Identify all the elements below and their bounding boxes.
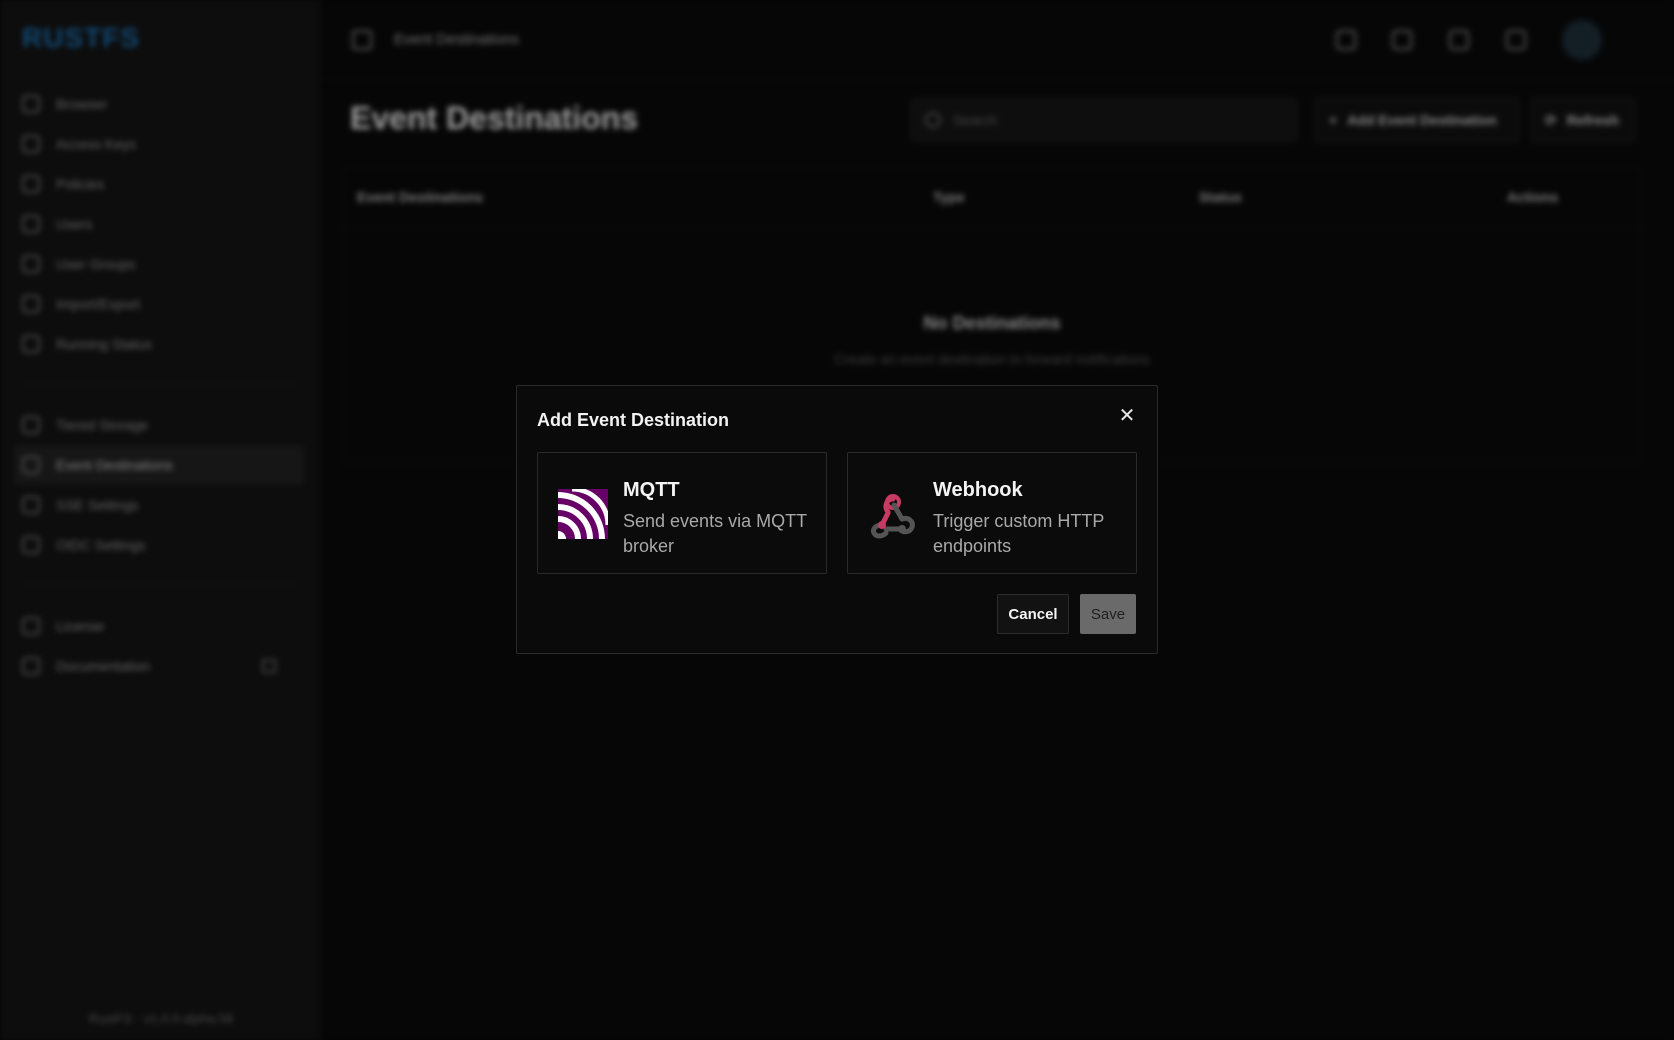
mqtt-icon bbox=[558, 489, 608, 539]
option-description: Send events via MQTT broker bbox=[623, 511, 807, 556]
dialog-title: Add Event Destination bbox=[537, 410, 730, 430]
close-icon[interactable]: ✕ bbox=[1115, 404, 1139, 428]
app: RUSTFS Browser Access Keys Policies User… bbox=[0, 0, 1674, 1040]
webhook-icon bbox=[871, 494, 915, 539]
cancel-button[interactable]: Cancel bbox=[997, 594, 1069, 634]
option-name: Webhook bbox=[933, 479, 1023, 501]
add-event-destination-dialog: Add Event Destination ✕ MQTT Send events… bbox=[516, 385, 1158, 654]
option-name: MQTT bbox=[623, 479, 680, 501]
mqtt-option[interactable]: MQTT Send events via MQTT broker bbox=[537, 452, 827, 574]
option-description: Trigger custom HTTP endpoints bbox=[933, 511, 1105, 556]
save-button[interactable]: Save bbox=[1080, 594, 1136, 634]
webhook-option[interactable]: Webhook Trigger custom HTTP endpoints bbox=[847, 452, 1137, 574]
